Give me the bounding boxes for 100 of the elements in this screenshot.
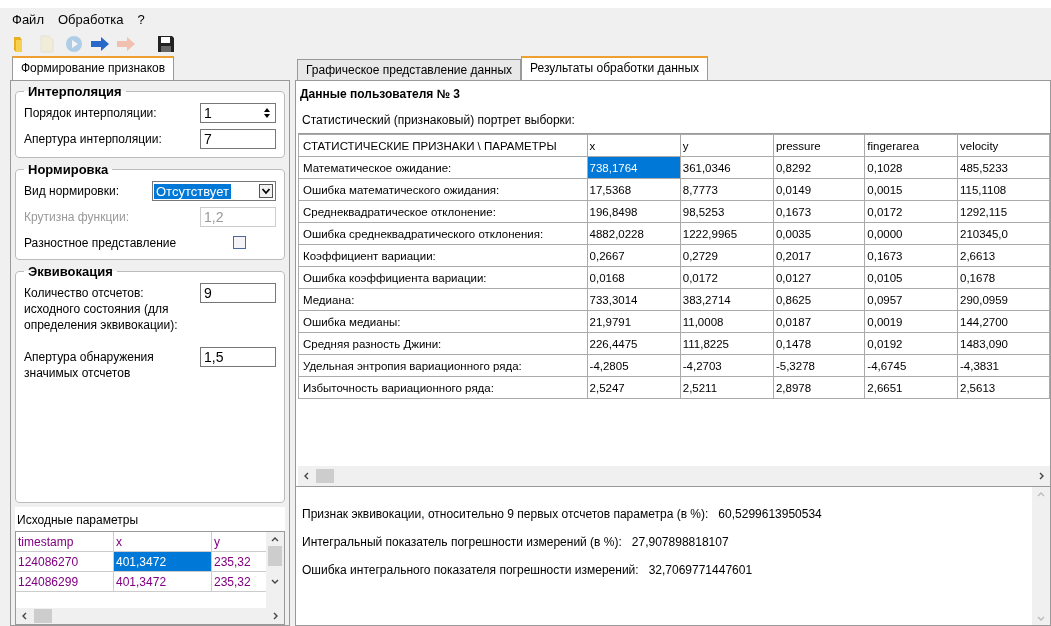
table-cell[interactable]: 0,0015 xyxy=(864,178,958,201)
table-cell[interactable]: -4,3831 xyxy=(957,354,1050,377)
table-cell[interactable]: 124086299 xyxy=(16,572,114,592)
table-cell[interactable]: 8,7773 xyxy=(680,178,774,201)
column-header[interactable]: СТАТИСТИЧЕСКИЕ ПРИЗНАКИ \ ПАРАМЕТРЫ xyxy=(298,134,588,157)
table-cell[interactable]: 1483,090 xyxy=(957,332,1050,355)
table-cell[interactable]: 0,0127 xyxy=(773,266,865,289)
table-cell[interactable]: 1292,115 xyxy=(957,200,1050,223)
table-cell[interactable]: -4,6745 xyxy=(864,354,958,377)
table-cell[interactable]: 0,8292 xyxy=(773,156,865,179)
field-label: Вид нормировки: xyxy=(24,183,120,199)
arrow-icon[interactable] xyxy=(90,34,110,54)
column-header[interactable]: fingerarea xyxy=(864,134,958,157)
tab[interactable]: Формирование признаков xyxy=(12,56,175,80)
dropdown[interactable]: Отсутствует xyxy=(152,181,276,201)
save-icon[interactable] xyxy=(156,34,176,54)
column-header[interactable]: velocity xyxy=(957,134,1050,157)
field-label: Апертура обнаружения значимых отсчетов xyxy=(24,349,155,381)
table-cell[interactable]: 115,1108 xyxy=(957,178,1050,201)
table-cell[interactable]: 0,1028 xyxy=(864,156,958,179)
table-cell[interactable]: 2,5211 xyxy=(680,376,774,399)
table-cell[interactable]: 98,5253 xyxy=(680,200,774,223)
table-cell[interactable]: 2,6651 xyxy=(864,376,958,399)
table-cell[interactable]: 0,1478 xyxy=(773,332,865,355)
row-header: Математическое ожидание: xyxy=(298,156,588,179)
table-cell[interactable]: 0,8625 xyxy=(773,288,865,311)
field-label: Апертура интерполяции: xyxy=(24,131,163,147)
row-header: Среднеквадратическое отклонение: xyxy=(298,200,588,223)
table-cell[interactable]: 0,1673 xyxy=(864,244,958,267)
table-cell[interactable]: 290,0959 xyxy=(957,288,1050,311)
table-cell[interactable]: 0,0149 xyxy=(773,178,865,201)
table-cell[interactable]: 0,1678 xyxy=(957,266,1050,289)
spin-field[interactable]: 1 xyxy=(200,103,276,123)
table-cell[interactable]: 0,2667 xyxy=(587,244,681,267)
table-cell[interactable]: 2,6613 xyxy=(957,244,1050,267)
table-cell[interactable]: 4882,0228 xyxy=(587,222,681,245)
menu-item[interactable]: ? xyxy=(137,11,145,27)
user-title: Данные пользователя № 3 xyxy=(299,86,462,103)
table-cell[interactable]: -5,3278 xyxy=(773,354,865,377)
table-cell[interactable]: 2,8978 xyxy=(773,376,865,399)
table-cell[interactable]: -4,2703 xyxy=(680,354,774,377)
group-title: Эквивокация xyxy=(27,264,114,279)
scroll-thumb[interactable] xyxy=(316,469,334,483)
table-cell[interactable]: 0,0957 xyxy=(864,288,958,311)
table-cell[interactable]: 0,0000 xyxy=(864,222,958,245)
table-cell[interactable]: 0,0168 xyxy=(587,266,681,289)
column-header[interactable]: y xyxy=(680,134,774,157)
menu-item[interactable]: Файл xyxy=(12,11,44,27)
row-header: Ошибка коэффициента вариации: xyxy=(298,266,588,289)
table-cell[interactable]: 401,3472 xyxy=(114,552,212,572)
table-cell[interactable]: 0,0035 xyxy=(773,222,865,245)
table-cell[interactable]: -4,2805 xyxy=(587,354,681,377)
summary-line: Признак эквивокации, относительно 9 первых отсчетов параметра (в %): 60,5299613950534 xyxy=(302,507,823,521)
table-cell[interactable]: 226,4475 xyxy=(587,332,681,355)
menu-item[interactable]: Обработка xyxy=(57,11,124,27)
table-cell[interactable]: 2,5613 xyxy=(957,376,1050,399)
table-cell[interactable]: 0,0187 xyxy=(773,310,865,333)
table-cell[interactable]: 0,0192 xyxy=(864,332,958,355)
column-header[interactable]: x xyxy=(587,134,681,157)
table-cell[interactable]: 361,0346 xyxy=(680,156,774,179)
tab[interactable]: Результаты обработки данных xyxy=(521,56,709,80)
field-label: Разностное представление xyxy=(24,235,178,251)
row-header: Ошибка математического ожидания: xyxy=(298,178,588,201)
column-header[interactable]: timestamp xyxy=(16,532,114,552)
field-label: Крутизна функции: xyxy=(24,209,131,225)
scroll-thumb[interactable] xyxy=(34,609,52,623)
row-header: Ошибка медианы: xyxy=(298,310,588,333)
table-cell[interactable]: 401,3472 xyxy=(114,572,212,592)
table-cell[interactable]: 0,2729 xyxy=(680,244,774,267)
table-cell[interactable]: 196,8498 xyxy=(587,200,681,223)
table-cell[interactable]: 11,0008 xyxy=(680,310,774,333)
table-cell[interactable]: 21,9791 xyxy=(587,310,681,333)
table-cell[interactable]: 0,0105 xyxy=(864,266,958,289)
table-cell[interactable]: 0,0172 xyxy=(680,266,774,289)
table-caption: Статистический (признаковый) портрет выборки: xyxy=(301,112,576,129)
row-header: Удельная энтропия вариационного ряда: xyxy=(298,354,588,377)
table-cell[interactable]: 2,5247 xyxy=(587,376,681,399)
tab[interactable]: Графическое представление данных xyxy=(297,59,522,80)
input-field[interactable]: 7 xyxy=(200,129,276,149)
column-header[interactable]: pressure xyxy=(773,134,865,157)
scroll-thumb[interactable] xyxy=(268,546,282,566)
summary-line: Интегральный показатель погрешности измерений (в %): 27,907898818107 xyxy=(302,535,730,549)
table-cell[interactable]: 0,1673 xyxy=(773,200,865,223)
table-cell[interactable]: 485,5233 xyxy=(957,156,1050,179)
table-cell[interactable]: 144,2700 xyxy=(957,310,1050,333)
spin-arrows-icon[interactable] xyxy=(263,107,271,119)
table-cell[interactable]: 733,3014 xyxy=(587,288,681,311)
table-cell[interactable]: 383,2714 xyxy=(680,288,774,311)
table-cell[interactable]: 1222,9965 xyxy=(680,222,774,245)
table-cell[interactable]: 0,2017 xyxy=(773,244,865,267)
row-header: Коэффициент вариации: xyxy=(298,244,588,267)
input-field[interactable]: 9 xyxy=(200,283,276,303)
table-cell[interactable]: 210345,0 xyxy=(957,222,1050,245)
table-cell[interactable]: 0,0019 xyxy=(864,310,958,333)
checkbox[interactable] xyxy=(233,236,246,249)
table-cell[interactable]: 111,8225 xyxy=(680,332,774,355)
table-cell[interactable]: 17,5368 xyxy=(587,178,681,201)
table-cell[interactable]: 0,0172 xyxy=(864,200,958,223)
group-title: Нормировка xyxy=(27,162,110,177)
input-field[interactable]: 1,5 xyxy=(200,347,276,367)
